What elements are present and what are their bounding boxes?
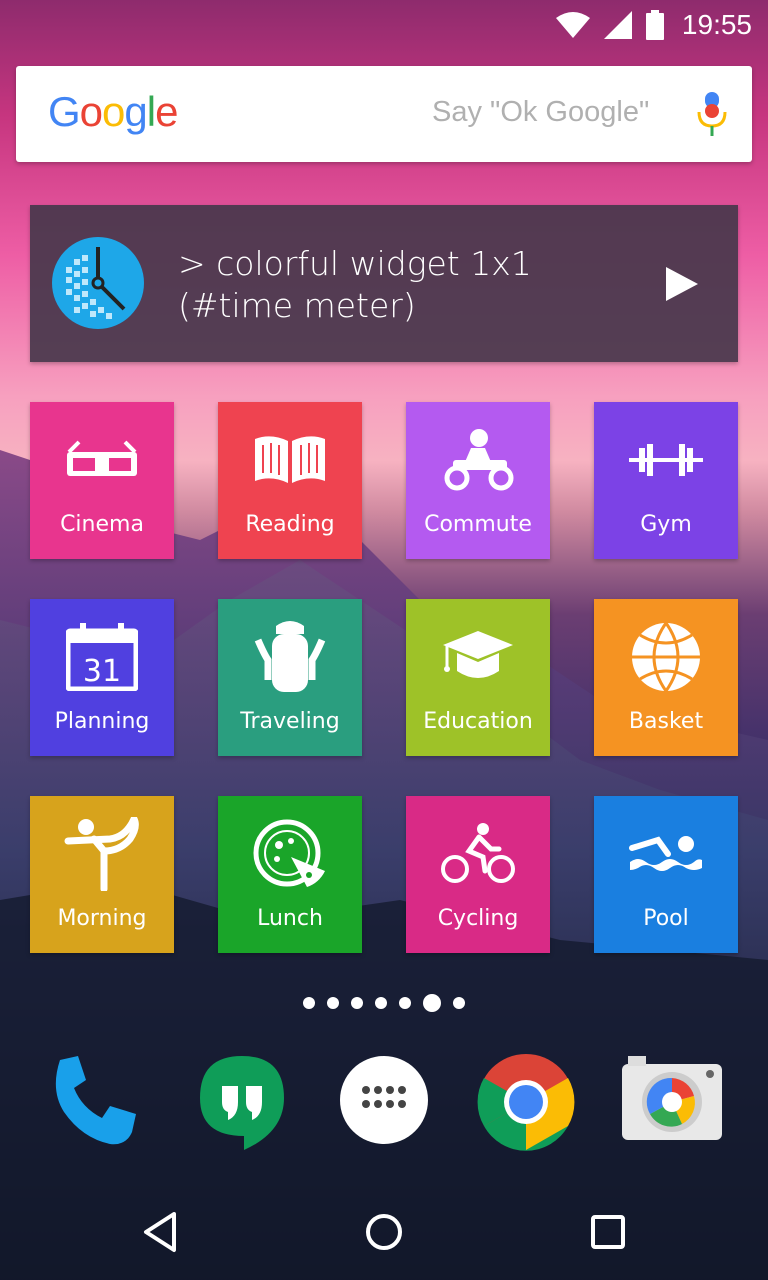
google-search-bar[interactable]: Google Say "Ok Google" <box>16 66 752 162</box>
page-indicator <box>0 994 768 1012</box>
open-book-icon <box>218 420 362 500</box>
clock: 19:55 <box>681 9 752 40</box>
navigation-bar <box>0 1184 768 1280</box>
motorbike-icon <box>406 420 550 500</box>
yoga-pose-icon <box>30 814 174 894</box>
widget-title-line2: (#time meter) <box>178 286 416 325</box>
tile-label: Planning <box>54 709 150 734</box>
camera-app-icon[interactable] <box>620 1052 722 1152</box>
tile-morning[interactable]: Morning <box>30 796 174 953</box>
page-dot[interactable] <box>327 997 339 1009</box>
widget-title: > colorful widget 1x1 (#time meter) <box>178 243 532 327</box>
home-screen: 19:55 Google Say "Ok Google" > colorful … <box>0 0 768 1280</box>
dumbbell-icon <box>594 420 738 500</box>
pizza-icon <box>218 814 362 894</box>
tile-commute[interactable]: Commute <box>406 402 550 559</box>
tile-traveling[interactable]: Traveling <box>218 599 362 756</box>
page-dot-active[interactable] <box>423 994 441 1012</box>
tile-cinema[interactable]: Cinema <box>30 402 174 559</box>
3d-glasses-icon <box>30 420 174 500</box>
tile-label: Cycling <box>437 906 519 931</box>
hangouts-app-icon[interactable] <box>192 1052 292 1152</box>
calendar-icon: 31 <box>30 617 174 697</box>
tile-label: Cinema <box>60 512 144 537</box>
page-dot[interactable] <box>351 997 363 1009</box>
search-hint: Say "Ok Google" <box>432 96 650 128</box>
tile-reading[interactable]: Reading <box>218 402 362 559</box>
bicycle-icon <box>406 814 550 894</box>
tile-label: Education <box>423 709 533 734</box>
tile-label: Lunch <box>257 906 323 931</box>
cell-signal-icon <box>603 11 632 39</box>
status-bar: 19:55 <box>0 0 768 50</box>
chrome-app-icon[interactable] <box>476 1052 576 1152</box>
basketball-icon <box>594 617 738 697</box>
tile-label: Commute <box>424 512 532 537</box>
battery-icon <box>645 10 664 40</box>
tile-label: Basket <box>628 709 704 734</box>
page-dot[interactable] <box>453 997 465 1009</box>
widget-banner[interactable]: > colorful widget 1x1 (#time meter) <box>30 205 738 362</box>
tile-education[interactable]: Education <box>406 599 550 756</box>
mic-icon[interactable] <box>696 92 728 142</box>
swimmer-icon <box>594 814 738 894</box>
tile-label: Traveling <box>240 709 340 734</box>
tile-label: Pool <box>643 906 689 931</box>
play-icon[interactable] <box>666 267 698 305</box>
app-drawer-icon[interactable] <box>334 1052 434 1152</box>
back-button[interactable] <box>134 1206 186 1258</box>
tile-label: Reading <box>245 512 335 537</box>
backpack-icon <box>218 617 362 697</box>
calendar-day: 31 <box>83 654 121 689</box>
tile-lunch[interactable]: Lunch <box>218 796 362 953</box>
tile-gym[interactable]: Gym <box>594 402 738 559</box>
google-logo: Google <box>48 88 178 135</box>
tile-label: Morning <box>57 906 147 931</box>
tile-basket[interactable]: Basket <box>594 599 738 756</box>
page-dot[interactable] <box>399 997 411 1009</box>
recents-button[interactable] <box>582 1206 634 1258</box>
page-dot[interactable] <box>303 997 315 1009</box>
tile-pool[interactable]: Pool <box>594 796 738 953</box>
tile-cycling[interactable]: Cycling <box>406 796 550 953</box>
graduation-cap-icon <box>406 617 550 697</box>
home-button[interactable] <box>358 1206 410 1258</box>
phone-app-icon[interactable] <box>46 1052 146 1152</box>
widget-title-line1: > colorful widget 1x1 <box>178 244 532 283</box>
page-dot[interactable] <box>375 997 387 1009</box>
tile-planning[interactable]: 31 Planning <box>30 599 174 756</box>
time-meter-icon <box>52 237 144 333</box>
tile-label: Gym <box>640 512 692 537</box>
wifi-icon <box>555 12 590 38</box>
